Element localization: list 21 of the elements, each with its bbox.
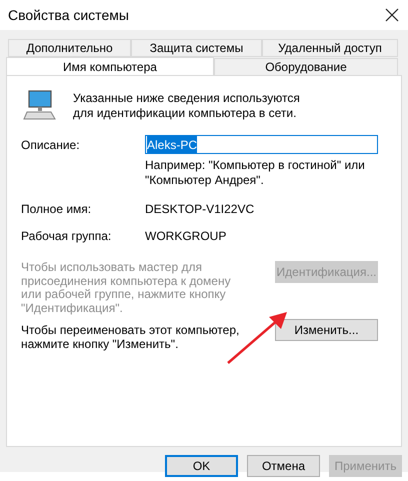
window-title: Свойства системы xyxy=(8,6,129,24)
tab[interactable]: Имя компьютера xyxy=(6,57,214,76)
tab[interactable]: Защита системы xyxy=(131,39,262,57)
instruction-text: Чтобы переименовать этот компьютер, нажмите кнопку "Изменить". xyxy=(21,324,240,351)
field-value: DESKTOP-V1I22VC xyxy=(145,201,254,218)
description-field[interactable]: Aleks-PC xyxy=(145,135,378,154)
instruction-text: Чтобы использовать мастер для присоединения компьютера к домену или рабочей группе, нажмите кнопку "Идентификация". xyxy=(21,261,232,315)
field-label: Рабочая группа: xyxy=(21,228,112,245)
dialog-button[interactable]: Отмена xyxy=(247,455,320,477)
field-value: WORKGROUP xyxy=(145,228,226,245)
field-label: Полное имя: xyxy=(21,201,92,218)
dialog-button[interactable]: OK xyxy=(165,455,238,477)
tab[interactable]: Оборудование xyxy=(214,58,398,76)
action-button[interactable]: Изменить... xyxy=(275,319,378,341)
hint-text: Например: "Компьютер в гостиной" или "Компьютер Андрея". xyxy=(145,158,366,188)
intro-text: Указанные ниже сведения используются для идентификации компьютера в сети. xyxy=(73,91,301,121)
field-label: Описание: xyxy=(21,136,81,154)
computer-icon xyxy=(23,90,57,120)
tab[interactable]: Дополнительно xyxy=(8,39,131,57)
close-icon[interactable] xyxy=(385,8,399,22)
tab[interactable]: Удаленный доступ xyxy=(262,39,398,57)
